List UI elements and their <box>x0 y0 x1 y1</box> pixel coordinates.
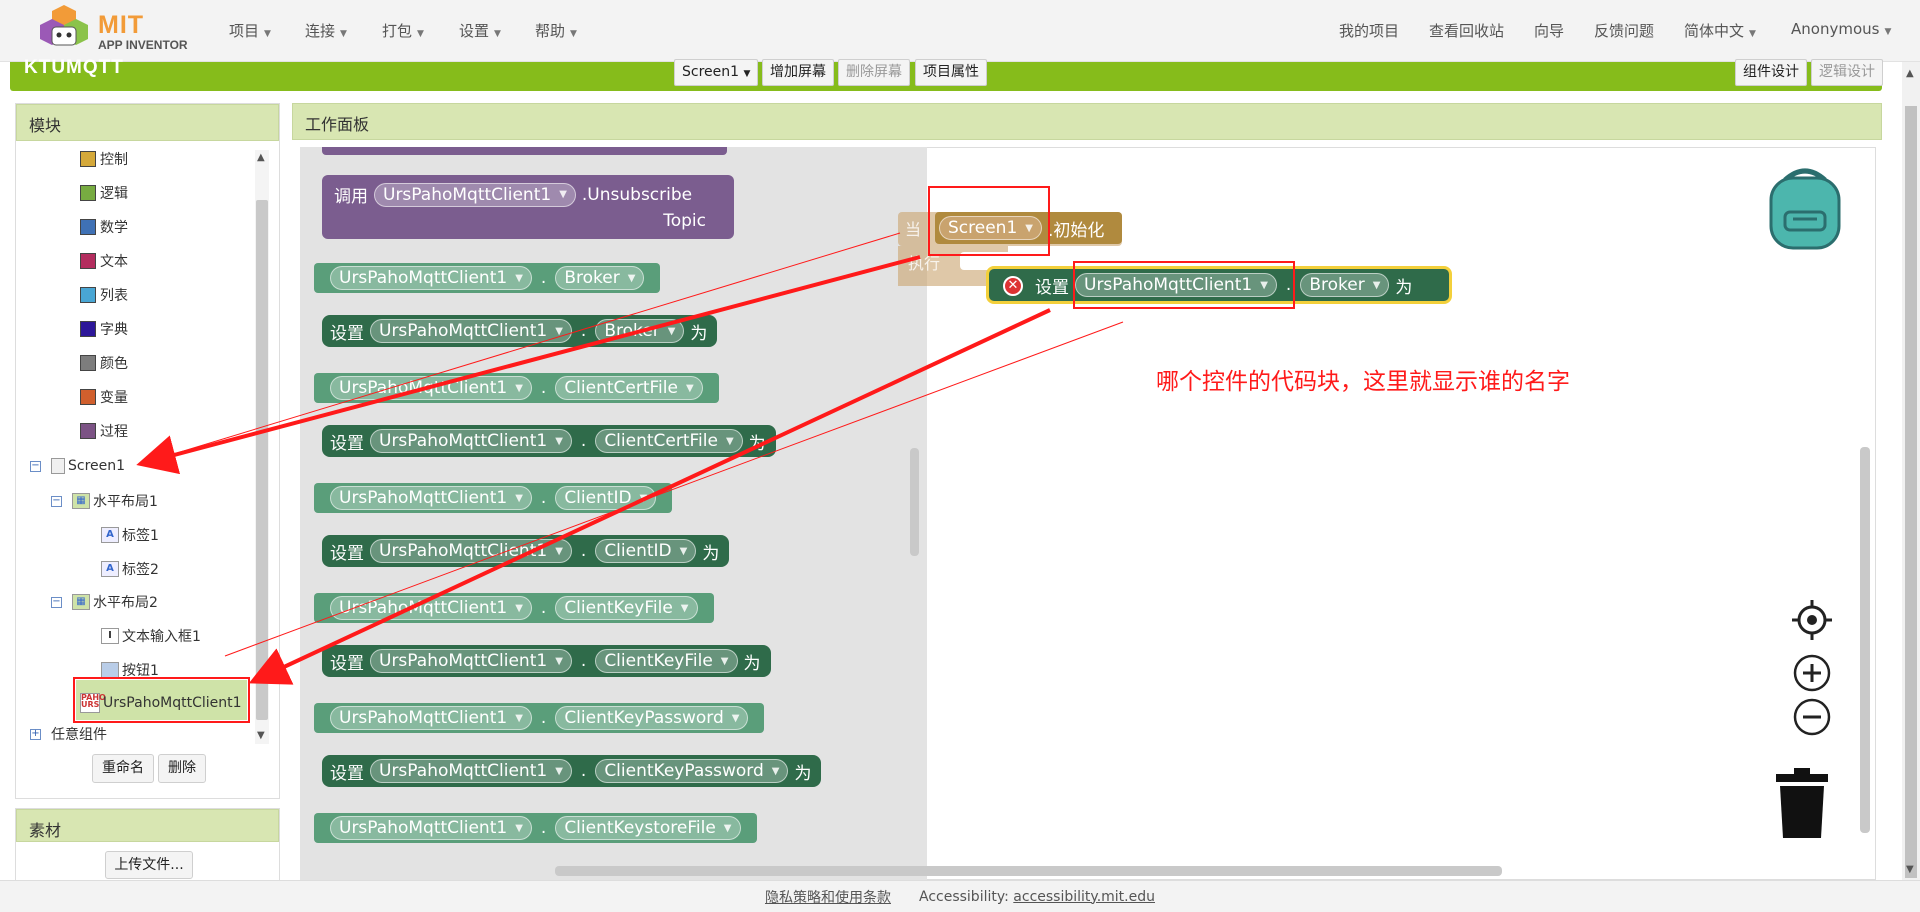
scroll-down-icon[interactable]: ▼ <box>1906 864 1914 875</box>
arrow-to-screen1 <box>136 255 921 475</box>
backpack-icon[interactable] <box>1763 160 1847 252</box>
workspace-hscroll-thumb[interactable] <box>555 866 1502 876</box>
accessibility-label: Accessibility: <box>918 888 1009 905</box>
thin-arrow-line <box>143 232 901 464</box>
trash-icon[interactable] <box>1774 768 1830 840</box>
recenter-icon[interactable] <box>1792 600 1832 640</box>
flyout-scroll-thumb[interactable] <box>910 448 919 556</box>
accessibility-link[interactable]: accessibility.mit.edu <box>1013 889 1155 905</box>
accessibility-text: Accessibility: accessibility.mit.edu <box>919 889 1155 905</box>
workspace-vscroll-thumb[interactable] <box>1860 447 1870 833</box>
page-scroll-thumb[interactable] <box>1905 106 1917 878</box>
annotation-arrows <box>136 232 1124 685</box>
scroll-up-icon[interactable]: ▲ <box>1906 68 1914 79</box>
privacy-link[interactable]: 隐私策略和使用条款 <box>765 887 891 907</box>
footer: 隐私策略和使用条款 Accessibility: accessibility.m… <box>0 880 1920 912</box>
thin-arrow-line <box>224 321 1124 657</box>
arrow-to-mqtt <box>248 308 1051 685</box>
zoom-in-icon[interactable] <box>1792 653 1832 693</box>
zoom-out-icon[interactable] <box>1792 697 1832 737</box>
